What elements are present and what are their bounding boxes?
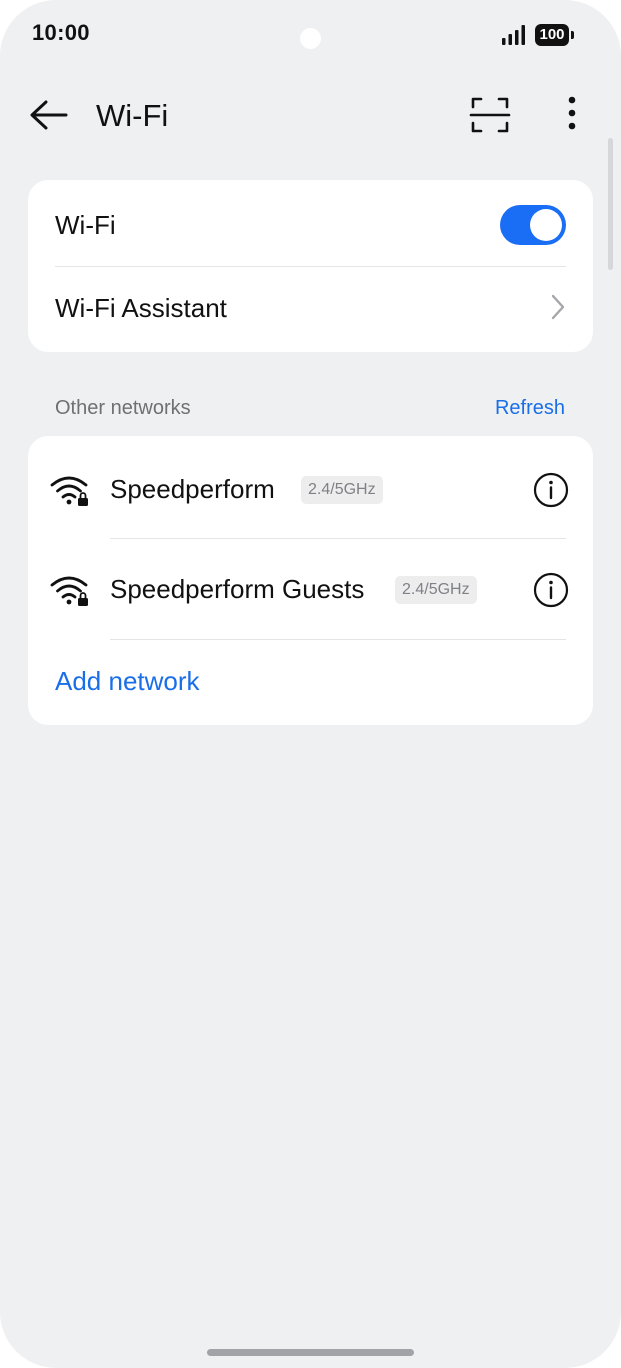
wifi-toggle-switch[interactable] <box>500 205 566 245</box>
more-vertical-icon[interactable] <box>556 94 588 136</box>
wifi-settings-card: Wi-Fi Wi-Fi Assistant <box>28 180 593 352</box>
band-badge: 2.4/5GHz <box>301 476 383 504</box>
network-name: Speedperform Guests <box>110 574 365 604</box>
wifi-assistant-item[interactable]: Wi-Fi Assistant <box>55 291 227 325</box>
divider <box>110 639 566 640</box>
status-time: 10:00 <box>32 20 90 45</box>
chevron-right-icon <box>551 294 565 320</box>
band-badge: 2.4/5GHz <box>395 576 477 604</box>
info-icon[interactable] <box>533 472 569 508</box>
network-name: Speedperform <box>110 474 275 504</box>
refresh-button[interactable]: Refresh <box>495 397 565 420</box>
wifi-locked-icon <box>50 576 88 606</box>
section-label-other-networks: Other networks <box>55 397 191 419</box>
phone-screen: 10:00 100 Wi-Fi Wi-Fi Wi-Fi Assistant Ot… <box>0 0 621 1368</box>
wifi-toggle-label: Wi-Fi <box>55 210 116 240</box>
cellular-signal-icon <box>502 25 525 45</box>
wifi-locked-icon <box>50 476 88 506</box>
toggle-knob <box>530 209 562 241</box>
network-item[interactable]: Speedperform 2.4/5GHz <box>28 436 593 536</box>
battery-tip <box>571 31 574 39</box>
divider <box>55 266 566 267</box>
networks-card: Speedperform 2.4/5GHz Speedperform Guest… <box>28 436 593 725</box>
back-arrow-icon[interactable] <box>26 94 70 138</box>
battery-icon: 100 <box>535 24 569 46</box>
qr-scan-icon[interactable] <box>468 94 512 136</box>
front-camera <box>300 28 321 49</box>
scrollbar[interactable] <box>608 138 613 270</box>
add-network-button[interactable]: Add network <box>55 664 200 698</box>
page-title: Wi-Fi <box>96 98 169 133</box>
home-indicator[interactable] <box>207 1349 414 1356</box>
network-item[interactable]: Speedperform Guests 2.4/5GHz <box>28 536 593 636</box>
info-icon[interactable] <box>533 572 569 608</box>
